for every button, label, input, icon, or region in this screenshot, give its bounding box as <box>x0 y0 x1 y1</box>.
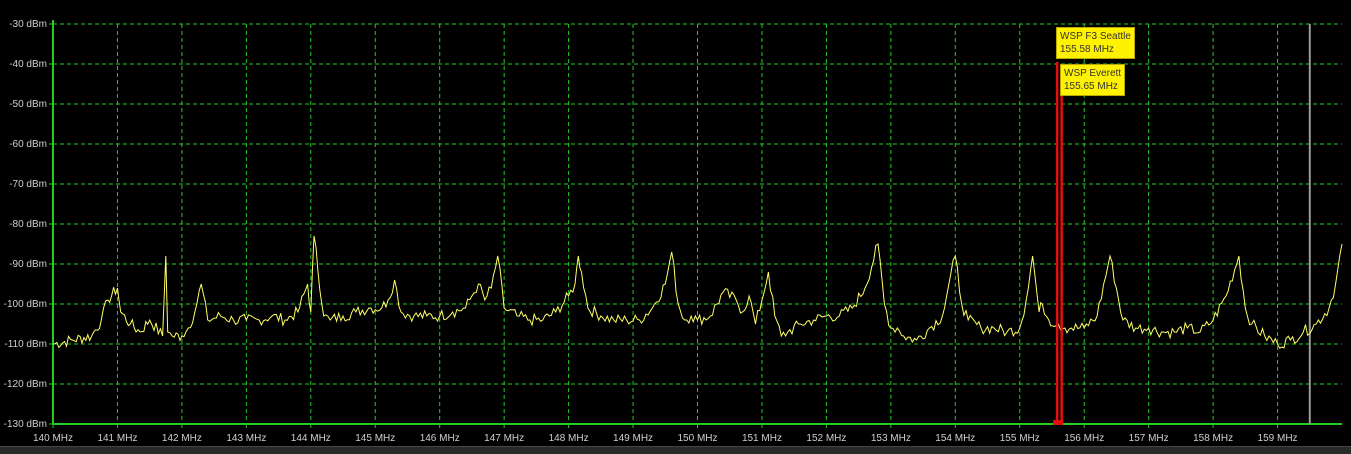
x-tick-label: 149 MHz <box>613 433 653 444</box>
marker-name: WSP F3 Seattle <box>1060 31 1131 42</box>
y-tick-label: -90 dBm <box>9 259 47 270</box>
x-tick-label: 141 MHz <box>97 433 137 444</box>
x-tick-label: 153 MHz <box>871 433 911 444</box>
x-tick-label: 144 MHz <box>291 433 331 444</box>
y-tick-label: -30 dBm <box>9 19 47 30</box>
grid-lines <box>52 20 1342 425</box>
y-tick-label: -110 dBm <box>4 339 47 350</box>
x-tick-label: 146 MHz <box>420 433 460 444</box>
x-tick-label: 142 MHz <box>162 433 202 444</box>
y-tick-label: -100 dBm <box>4 299 47 310</box>
y-tick-label: -70 dBm <box>9 179 47 190</box>
marker-frequency: 155.65 MHz <box>1064 81 1118 92</box>
x-tick-label: 159 MHz <box>1258 433 1298 444</box>
marker-label-wsp-f3-seattle[interactable]: WSP F3 Seattle 155.58 MHz <box>1056 27 1135 59</box>
marker-label-wsp-everett[interactable]: WSP Everett 155.65 MHz <box>1060 64 1126 96</box>
x-tick-label: 148 MHz <box>549 433 589 444</box>
x-tick-label: 155 MHz <box>1000 433 1040 444</box>
y-tick-label: -60 dBm <box>9 139 47 150</box>
marker-base[interactable] <box>1053 420 1064 425</box>
y-tick-label: -130 dBm <box>4 419 47 430</box>
x-tick-label: 154 MHz <box>935 433 975 444</box>
x-tick-label: 143 MHz <box>226 433 266 444</box>
x-tick-label: 151 MHz <box>742 433 782 444</box>
y-tick-label: -50 dBm <box>9 99 47 110</box>
y-tick-label: -80 dBm <box>9 219 47 230</box>
y-tick-label: -40 dBm <box>9 59 47 70</box>
x-tick-label: 157 MHz <box>1129 433 1169 444</box>
y-tick-label: -120 dBm <box>4 379 47 390</box>
x-tick-label: 156 MHz <box>1064 433 1104 444</box>
x-tick-label: 158 MHz <box>1193 433 1233 444</box>
x-tick-label: 147 MHz <box>484 433 524 444</box>
x-tick-label: 140 MHz <box>33 433 73 444</box>
marker-name: WSP Everett <box>1064 68 1122 79</box>
spectrum-chart[interactable]: -30 dBm -40 dBm -50 dBm -60 dBm -70 dBm -80 d… <box>0 0 1351 446</box>
x-tick-label: 145 MHz <box>355 433 395 444</box>
x-tick-label: 150 MHz <box>677 433 717 444</box>
marker-frequency: 155.58 MHz <box>1060 44 1114 55</box>
x-tick-label: 152 MHz <box>806 433 846 444</box>
